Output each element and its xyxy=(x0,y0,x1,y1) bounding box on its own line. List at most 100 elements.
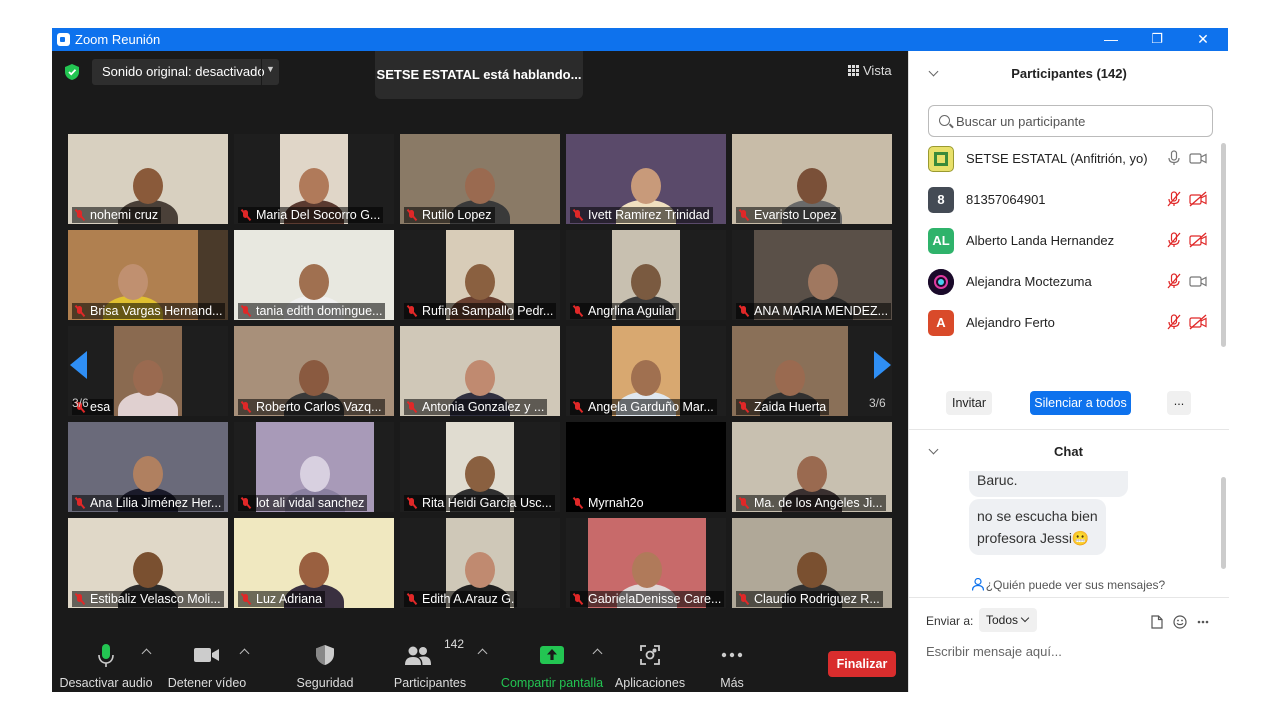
video-tile[interactable]: Brisa Vargas Hernand... xyxy=(68,230,228,320)
chat-more-icon[interactable] xyxy=(1197,620,1209,624)
participant-face xyxy=(797,552,827,588)
video-tile[interactable]: Myrnah2o xyxy=(566,422,726,512)
participant-row[interactable]: 8 81357064901 xyxy=(909,179,1219,220)
participant-name-label: Roberto Carlos Vazq... xyxy=(238,399,385,415)
view-button[interactable]: Vista xyxy=(848,63,892,78)
mute-audio-button[interactable]: Desactivar audio xyxy=(58,626,154,692)
mic-icon[interactable] xyxy=(1167,150,1181,166)
video-tile[interactable]: Rutilo Lopez xyxy=(400,134,560,224)
video-tile[interactable]: Ana Lilia Jiménez Her... xyxy=(68,422,228,512)
video-tile[interactable]: Rufina Sampallo Pedr... xyxy=(400,230,560,320)
video-camera-icon[interactable] xyxy=(1189,273,1207,289)
send-to-dropdown[interactable]: Todos xyxy=(979,608,1037,632)
chat-message-input[interactable] xyxy=(926,641,1216,661)
participants-more-button[interactable]: ... xyxy=(1167,391,1191,415)
participant-row[interactable]: SETSE ESTATAL (Anfitrión, yo) xyxy=(909,138,1219,179)
dropdown-arrow-icon[interactable]: ▼ xyxy=(266,64,275,74)
encryption-shield-icon[interactable] xyxy=(64,63,80,81)
muted-mic-icon xyxy=(406,209,418,221)
video-tile[interactable]: lot ali vidal sanchez xyxy=(234,422,394,512)
muted-mic-icon xyxy=(406,593,418,605)
participant-name-label: Rufina Sampallo Pedr... xyxy=(404,303,557,319)
page-indicator-right: 3/6 xyxy=(869,396,886,410)
chat-scrollbar[interactable] xyxy=(1221,477,1226,569)
video-tile[interactable]: Angrlina Aguilar xyxy=(566,230,726,320)
next-page-arrow-icon[interactable] xyxy=(874,351,891,379)
video-tile[interactable]: Ivett Ramirez Trinidad xyxy=(566,134,726,224)
send-to-label: Enviar a: xyxy=(926,614,974,628)
video-tile[interactable]: Luz Adriana xyxy=(234,518,394,608)
participant-list-name: Alejandro Ferto xyxy=(966,315,1055,330)
video-tile[interactable]: Antonia Gonzalez y ... xyxy=(400,326,560,416)
chat-message-text: Baruc. xyxy=(977,472,1018,488)
video-tile[interactable]: tania edith domingue... xyxy=(234,230,394,320)
participant-search-input[interactable] xyxy=(956,112,1206,130)
security-button[interactable]: Seguridad xyxy=(290,626,360,692)
participant-row[interactable]: A Alejandro Ferto xyxy=(909,302,1219,343)
restore-button[interactable]: ❐ xyxy=(1134,28,1180,51)
participant-name: Claudio Rodriguez R... xyxy=(754,592,880,606)
muted-mic-icon[interactable] xyxy=(1167,232,1181,248)
muted-mic-icon[interactable] xyxy=(1167,314,1181,330)
participants-scrollbar[interactable] xyxy=(1221,143,1226,347)
video-tile[interactable]: Evaristo Lopez xyxy=(732,134,892,224)
space-avatar-icon xyxy=(928,269,954,295)
participant-face xyxy=(133,168,163,204)
video-tile[interactable]: Edith A.Arauz G. xyxy=(400,518,560,608)
participant-row[interactable]: AL Alberto Landa Hernandez xyxy=(909,220,1219,261)
muted-mic-icon xyxy=(74,305,86,317)
participant-search-box[interactable] xyxy=(928,105,1213,137)
participant-face xyxy=(632,552,662,588)
share-screen-button[interactable]: Compartir pantalla xyxy=(500,626,604,692)
video-tile[interactable]: Rita Heidi Garcia Usc... xyxy=(400,422,560,512)
video-off-icon[interactable] xyxy=(1189,191,1207,207)
share-screen-icon xyxy=(540,646,564,664)
end-meeting-button[interactable]: Finalizar xyxy=(828,651,896,677)
video-tile[interactable]: esa xyxy=(68,326,228,416)
who-can-see-link[interactable]: ¿Quién puede ver sus mensajes? xyxy=(909,577,1228,592)
video-camera-icon[interactable] xyxy=(1189,150,1207,166)
participant-list-name: 81357064901 xyxy=(966,192,1046,207)
participant-name-label: Edith A.Arauz G. xyxy=(404,591,518,607)
emoji-icon[interactable] xyxy=(1173,615,1187,629)
video-tile[interactable]: Zaida Huerta xyxy=(732,326,892,416)
participant-name-label: Ivett Ramirez Trinidad xyxy=(570,207,713,223)
video-tile[interactable]: Maria Del Socorro G... xyxy=(234,134,394,224)
video-tile[interactable]: Roberto Carlos Vazq... xyxy=(234,326,394,416)
participant-name: Zaida Huerta xyxy=(754,400,827,414)
video-tile[interactable]: Ma. de los Angeles Ji... xyxy=(732,422,892,512)
participant-name: Rufina Sampallo Pedr... xyxy=(422,304,554,318)
participant-name: Maria Del Socorro G... xyxy=(256,208,381,222)
more-dots-icon xyxy=(721,652,743,658)
stop-video-button[interactable]: Detener vídeo xyxy=(164,626,250,692)
muted-mic-icon[interactable] xyxy=(1167,191,1181,207)
apps-button[interactable]: Aplicaciones xyxy=(614,626,686,692)
video-tile[interactable]: Estibaliz Velasco Moli... xyxy=(68,518,228,608)
more-button[interactable]: Más xyxy=(712,626,752,692)
video-tile[interactable]: Claudio Rodriguez R... xyxy=(732,518,892,608)
video-off-icon[interactable] xyxy=(1189,232,1207,248)
video-tile[interactable]: nohemi cruz xyxy=(68,134,228,224)
video-tile[interactable]: Angela Garduño Mar... xyxy=(566,326,726,416)
minimize-button[interactable]: — xyxy=(1088,28,1134,51)
chat-message: no se escucha bien profesora Jessi😬 xyxy=(969,499,1106,555)
invite-button[interactable]: Invitar xyxy=(946,391,992,415)
mute-all-button[interactable]: Silenciar a todos xyxy=(1030,391,1131,415)
video-tile[interactable]: GabrielaDenisse Care... xyxy=(566,518,726,608)
participant-row[interactable]: Alejandra Moctezuma xyxy=(909,261,1219,302)
participant-name: Brisa Vargas Hernand... xyxy=(90,304,223,318)
muted-mic-icon[interactable] xyxy=(1167,273,1181,289)
muted-mic-icon xyxy=(738,401,750,413)
avatar-initials: A xyxy=(936,315,946,330)
video-off-icon[interactable] xyxy=(1189,314,1207,330)
participants-button[interactable]: 142 Participantes xyxy=(392,626,468,692)
close-window-button[interactable]: ✕ xyxy=(1180,28,1226,51)
previous-page-arrow-icon[interactable] xyxy=(70,351,87,379)
avatar: 8 xyxy=(928,187,954,213)
video-tile[interactable]: ANA MARIA MENDEZ... xyxy=(732,230,892,320)
participants-options-caret-icon[interactable] xyxy=(477,648,488,659)
file-icon[interactable] xyxy=(1151,615,1163,629)
muted-mic-icon xyxy=(240,497,252,509)
participant-video xyxy=(114,326,182,416)
original-sound-dropdown[interactable]: Sonido original: desactivado ▼ xyxy=(92,59,279,85)
